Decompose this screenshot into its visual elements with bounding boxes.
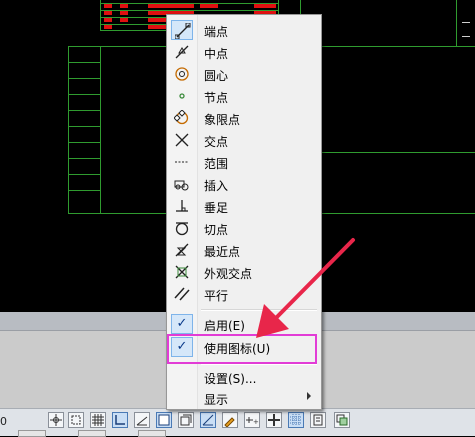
annotation-arrow-icon [256,238,355,338]
